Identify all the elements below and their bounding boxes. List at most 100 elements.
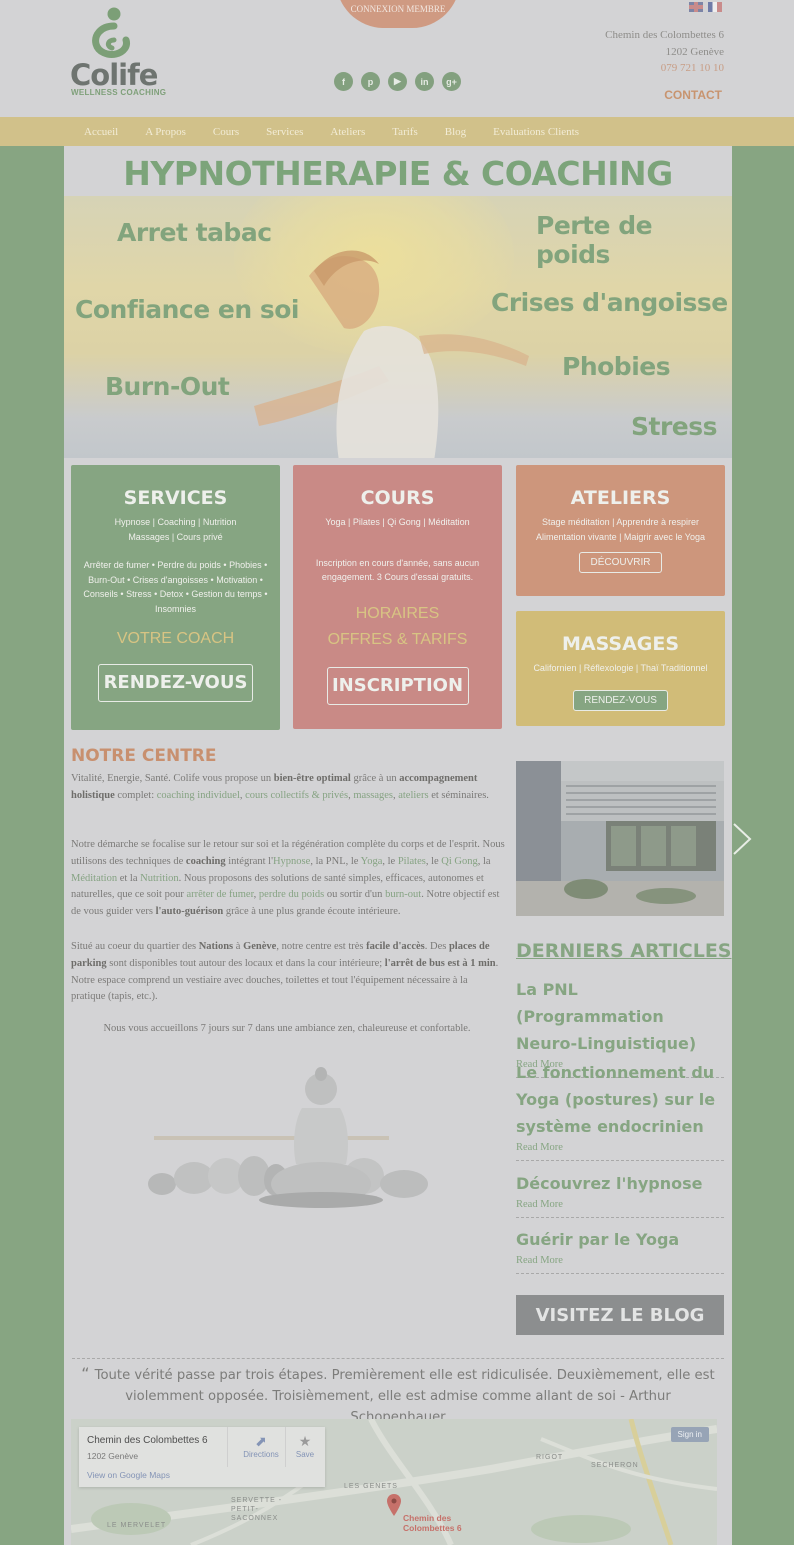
centre-paragraph-3: Situé au coeur du quartier des Nations à… <box>71 939 501 1006</box>
google-map[interactable]: SERVETTE - PETIT-SACONNEX LES GENETS LE … <box>71 1419 717 1545</box>
massages-rendez-vous-button[interactable]: RENDEZ-VOUS <box>573 689 668 711</box>
notre-centre-title: NOTRE CENTRE <box>71 746 217 766</box>
phone-number[interactable]: 079 721 10 10 <box>605 60 724 77</box>
read-more-link[interactable]: Read More <box>516 1253 724 1273</box>
map-label: RIGOT <box>536 1454 564 1461</box>
view-google-maps-link[interactable]: View on Google Maps <box>87 1470 170 1480</box>
decouvrir-button[interactable]: DÉCOUVRIR <box>579 552 662 573</box>
text-span: sont disponibles tout autour des locaux … <box>106 957 385 969</box>
massages-link[interactable]: massages <box>353 790 393 801</box>
article-title[interactable]: Le fonctionnement du Yoga (postures) sur… <box>516 1059 724 1140</box>
linkedin-icon[interactable]: in <box>415 72 434 91</box>
text-span: coaching <box>185 855 226 867</box>
coaching-link[interactable]: coaching individuel <box>157 790 240 801</box>
chevron-right-icon[interactable] <box>730 822 754 856</box>
text-span: , la PNL, le <box>310 855 361 867</box>
pilates-link[interactable]: Pilates <box>398 856 426 867</box>
nav-item-ateliers[interactable]: Ateliers <box>330 126 365 138</box>
cours-description: Inscription en cours d'année, sans aucun… <box>315 557 480 583</box>
ateliers-link[interactable]: ateliers <box>398 790 428 801</box>
votre-coach-link[interactable]: VOTRE COACH <box>71 630 280 648</box>
article-title[interactable]: La PNL (Programmation Neuro-Linguistique… <box>516 976 724 1057</box>
arreter-fumer-link[interactable]: arrêter de fumer <box>186 889 253 900</box>
cours-card: COURS Yoga | Pilates | Qi Gong | Méditat… <box>293 465 502 729</box>
contact-link[interactable]: CONTACT <box>664 88 722 102</box>
yoga-link[interactable]: Yoga <box>361 856 383 867</box>
ateliers-subtitle: Stage méditation | Apprendre à respirer … <box>536 517 705 542</box>
article-title[interactable]: Découvrez l'hypnose <box>516 1170 724 1197</box>
hero-word-burn-out: Burn-Out <box>105 372 230 401</box>
hypnose-link[interactable]: Hypnose <box>273 856 310 867</box>
services-rendez-vous-button[interactable]: RENDEZ-VOUS <box>98 664 253 702</box>
woman-illustration <box>254 250 529 458</box>
hero-word-perte-poids: Perte de poids <box>536 211 653 269</box>
text-span: Situé au coeur du quartier des <box>71 941 199 952</box>
logo-text[interactable]: Colife <box>70 58 158 92</box>
section-divider <box>72 1358 724 1359</box>
inscription-button[interactable]: INSCRIPTION <box>326 666 469 705</box>
fr-flag-icon[interactable] <box>708 2 722 12</box>
nav-item-a-propos[interactable]: A Propos <box>145 126 186 138</box>
map-label: SECHERON <box>591 1462 639 1469</box>
nav-item-blog[interactable]: Blog <box>445 126 466 138</box>
centre-paragraph-2: Notre démarche se focalise sur le retour… <box>71 837 505 921</box>
massages-card: MASSAGES Californien | Réflexologie | Th… <box>516 611 725 726</box>
cours-subtitle: Yoga | Pilates | Qi Gong | Méditation <box>325 517 470 527</box>
qigong-link[interactable]: Qi Gong <box>441 856 477 867</box>
map-card-divider <box>285 1427 286 1467</box>
cours-title[interactable]: COURS <box>293 487 502 509</box>
googleplus-icon[interactable]: g+ <box>442 72 461 91</box>
burnout-link[interactable]: burn-out <box>385 889 421 900</box>
uk-flag-icon[interactable] <box>689 2 703 12</box>
nav-item-tarifs[interactable]: Tarifs <box>392 126 418 138</box>
text-span: , notre centre est très <box>276 941 367 952</box>
text-span: l'auto-guérison <box>155 906 224 918</box>
text-span: bien-être optimal <box>273 773 351 784</box>
main-nav: Accueil A Propos Cours Services Ateliers… <box>0 117 794 146</box>
main-content: HYPNOTHERAPIE & COACHING Arret tabac Per… <box>64 146 732 1545</box>
nav-item-evaluations[interactable]: Evaluations Clients <box>493 126 579 138</box>
ateliers-title[interactable]: ATELIERS <box>516 487 725 509</box>
map-pin-icon[interactable] <box>387 1494 401 1516</box>
nutrition-link[interactable]: Nutrition <box>140 873 179 884</box>
site-header: Colife WELLNESS COACHING CONNEXION MEMBR… <box>0 0 794 117</box>
text-span: intégrant l' <box>225 855 273 867</box>
text-span: grâce à une plus grande écoute intérieur… <box>223 906 401 918</box>
services-title[interactable]: SERVICES <box>71 487 280 509</box>
meditation-link[interactable]: Méditation <box>71 873 117 884</box>
text-span: , le <box>425 855 442 867</box>
article-title[interactable]: Guérir par le Yoga <box>516 1226 724 1253</box>
offres-tarifs-link[interactable]: OFFRES & TARIFS <box>293 627 502 653</box>
horaires-link[interactable]: HORAIRES <box>293 601 502 627</box>
read-more-link[interactable]: Read More <box>516 1140 724 1160</box>
nav-item-cours[interactable]: Cours <box>213 126 239 138</box>
pinterest-icon[interactable]: p <box>361 72 380 91</box>
text-span: l'arrêt de bus est à 1 min <box>384 957 496 969</box>
massages-title[interactable]: MASSAGES <box>516 633 725 655</box>
cours-link[interactable]: cours collectifs & privés <box>245 790 348 801</box>
directions-icon: ⬈ <box>255 1433 267 1449</box>
directions-button[interactable]: ⬈ Directions <box>231 1433 291 1459</box>
services-subtitle: Hypnose | Coaching | Nutrition Massages … <box>114 517 237 542</box>
social-links: f p ▶ in g+ <box>334 72 461 91</box>
nav-item-accueil[interactable]: Accueil <box>84 126 118 138</box>
map-signin-button[interactable]: Sign in <box>670 1427 709 1442</box>
perdre-poids-link[interactable]: perdre du poids <box>259 889 324 900</box>
text-span: ou sortir d'un <box>324 889 386 901</box>
centre-building-photo[interactable] <box>516 761 724 916</box>
nav-item-services[interactable]: Services <box>266 126 303 138</box>
read-more-link[interactable]: Read More <box>516 1197 724 1217</box>
language-switcher <box>689 2 722 12</box>
hero-word-arret-tabac: Arret tabac <box>117 218 272 247</box>
youtube-icon[interactable]: ▶ <box>388 72 407 91</box>
map-pin-label: Chemin des Colombettes 6 <box>403 1513 462 1533</box>
save-button[interactable]: ★ Save <box>287 1433 323 1459</box>
facebook-icon[interactable]: f <box>334 72 353 91</box>
derniers-articles-title[interactable]: DERNIERS ARTICLES <box>516 940 732 962</box>
hero-word-phobies: Phobies <box>562 352 671 381</box>
text-span: et séminaires. <box>428 789 489 801</box>
map-place-city: 1202 Genève <box>87 1451 139 1461</box>
visit-blog-button[interactable]: VISITEZ LE BLOG <box>516 1295 724 1335</box>
member-login-button[interactable]: CONNEXION MEMBRE <box>336 0 460 28</box>
centre-paragraph-4: Nous vous accueillons 7 jours sur 7 dans… <box>103 1023 471 1034</box>
